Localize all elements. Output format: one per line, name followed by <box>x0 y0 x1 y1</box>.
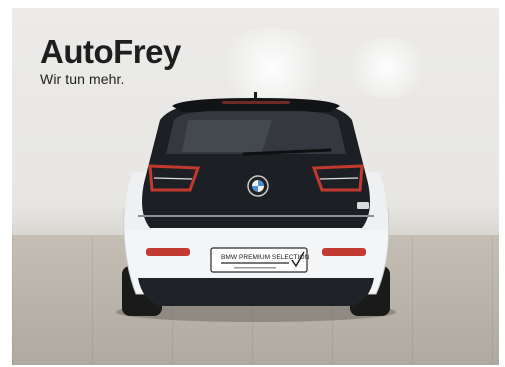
license-plate-text: BMW PREMIUM SELECTION <box>221 254 310 261</box>
diffuser <box>138 278 374 306</box>
window-reflection <box>182 120 272 152</box>
left-bumper-light <box>146 248 190 256</box>
model-badge-icon <box>357 202 369 209</box>
car-photo: AutoFrey Wir tun mehr. BMW PREMIUM SELEC… <box>12 8 499 365</box>
roof <box>172 98 340 112</box>
plate-fine-print <box>221 262 289 264</box>
third-brake-light <box>222 101 290 104</box>
plate-fine-print <box>234 267 276 269</box>
antenna <box>254 92 257 100</box>
bmw-i3-rear: BMW PREMIUM SELECTION <box>116 92 396 322</box>
trim-strip <box>138 215 374 217</box>
right-bumper-light <box>322 248 366 256</box>
